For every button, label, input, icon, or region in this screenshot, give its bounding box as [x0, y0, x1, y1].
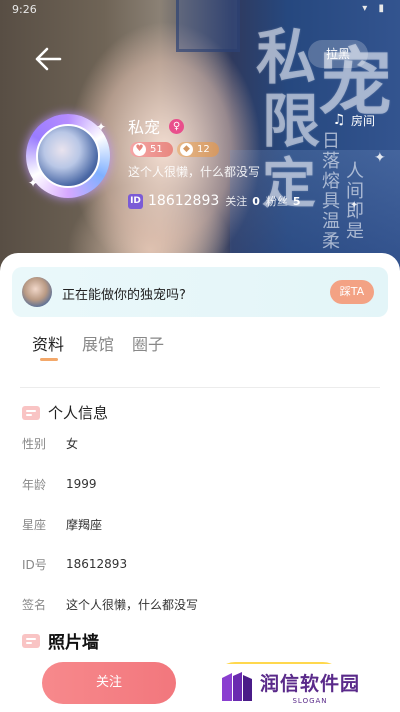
profile-tabs: 资料 展馆 圈子	[32, 331, 164, 361]
sparkle-icon: ✦	[96, 120, 107, 134]
heart-icon: ♥	[133, 143, 146, 156]
nickname: 私宠	[128, 118, 161, 137]
step-ta-button[interactable]: 踩TA	[330, 280, 374, 304]
following-label[interactable]: 关注	[225, 193, 247, 209]
id-icon: ID	[128, 193, 143, 209]
info-value: 摩羯座	[66, 517, 103, 532]
photo-wall-header: 照片墙	[22, 628, 99, 653]
personal-info-title: 个人信息	[48, 404, 109, 422]
banner-text: 正在能做你的独宠吗?	[62, 288, 186, 303]
watermark-name: 润信软件园	[260, 673, 361, 695]
sparkle-icon: ✦	[350, 200, 359, 211]
watermark-text: 润信软件园 SLOGAN	[260, 669, 360, 705]
background-calligraphy-1: 私	[256, 23, 316, 93]
info-value: 这个人很懒，什么都没写	[66, 597, 199, 612]
info-row-age: 年龄 1999	[22, 474, 97, 494]
profile-signature: 这个人很懒，什么都没写	[128, 165, 261, 179]
avatar[interactable]: ✦ ✦	[26, 114, 110, 198]
info-value: 女	[66, 436, 79, 451]
fans-count[interactable]: 5	[293, 195, 301, 208]
charm-level-value: 12	[197, 144, 210, 155]
info-label: 性别	[22, 436, 47, 451]
personal-info-header: 个人信息	[22, 402, 108, 423]
divider	[20, 387, 380, 388]
user-id: 18612893	[148, 193, 220, 209]
background-calligraphy-2: 限	[262, 87, 321, 155]
banner-avatar	[22, 277, 52, 307]
music-note-icon: ♫	[332, 112, 346, 128]
watermark-logo	[222, 672, 252, 701]
id-row: ID 18612893 关注 0 粉丝 5	[128, 192, 307, 210]
background-window	[176, 0, 240, 52]
wealth-level-value: 51	[150, 144, 163, 155]
info-row-signature: 签名 这个人很懒，什么都没写	[22, 594, 198, 614]
profile-header: 私 限 定 宠 日落熔具温柔 人间即是 ✦ ✦ 9:26 ▾ ▮ 拉黑 ♫ 房间…	[0, 0, 400, 290]
female-icon: ♀	[169, 119, 184, 134]
info-label: 签名	[22, 597, 47, 612]
charm-level-badge: ◆ 12	[177, 142, 219, 157]
info-row-zodiac: 星座 摩羯座	[22, 514, 102, 534]
info-row-gender: 性别 女	[22, 433, 78, 453]
avatar-photo	[36, 124, 100, 188]
info-label: 星座	[22, 517, 47, 532]
block-button[interactable]: 拉黑	[308, 40, 368, 68]
status-time: 9:26	[12, 3, 37, 16]
info-label: ID号	[22, 557, 47, 572]
watermark: 润信软件园 SLOGAN	[200, 664, 390, 710]
tab-profile[interactable]: 资料	[32, 331, 64, 361]
tab-circle[interactable]: 圈子	[132, 331, 164, 357]
photo-wall-title: 照片墙	[48, 633, 99, 653]
sparkle-icon: ✦	[374, 150, 386, 166]
background-small-text-1: 日落熔具温柔	[322, 131, 340, 252]
info-value: 18612893	[66, 557, 128, 571]
watermark-slogan: SLOGAN	[292, 697, 328, 705]
card-icon	[22, 405, 40, 420]
diamond-icon: ◆	[180, 143, 193, 156]
follow-button[interactable]: 关注	[42, 662, 176, 704]
status-icons: ▾ ▮	[362, 3, 388, 14]
fans-label[interactable]: 粉丝	[266, 193, 288, 209]
tab-gallery[interactable]: 展馆	[82, 331, 114, 357]
info-row-id: ID号 18612893	[22, 554, 127, 574]
room-label: 房间	[351, 113, 376, 128]
arrow-left-icon	[35, 47, 62, 71]
info-label: 年龄	[22, 477, 47, 492]
wealth-level-badge: ♥ 51	[130, 142, 173, 157]
room-button[interactable]: ♫ 房间	[330, 110, 375, 130]
info-value: 1999	[66, 477, 97, 491]
back-button[interactable]	[34, 46, 62, 72]
card-icon	[22, 633, 40, 648]
following-count[interactable]: 0	[252, 195, 260, 208]
profile-content: 正在能做你的独宠吗? 踩TA 资料 展馆 圈子 个人信息 性别 女 年龄 199…	[0, 253, 400, 712]
exclusive-banner[interactable]: 正在能做你的独宠吗? 踩TA	[12, 267, 388, 317]
sparkle-icon: ✦	[28, 176, 39, 190]
